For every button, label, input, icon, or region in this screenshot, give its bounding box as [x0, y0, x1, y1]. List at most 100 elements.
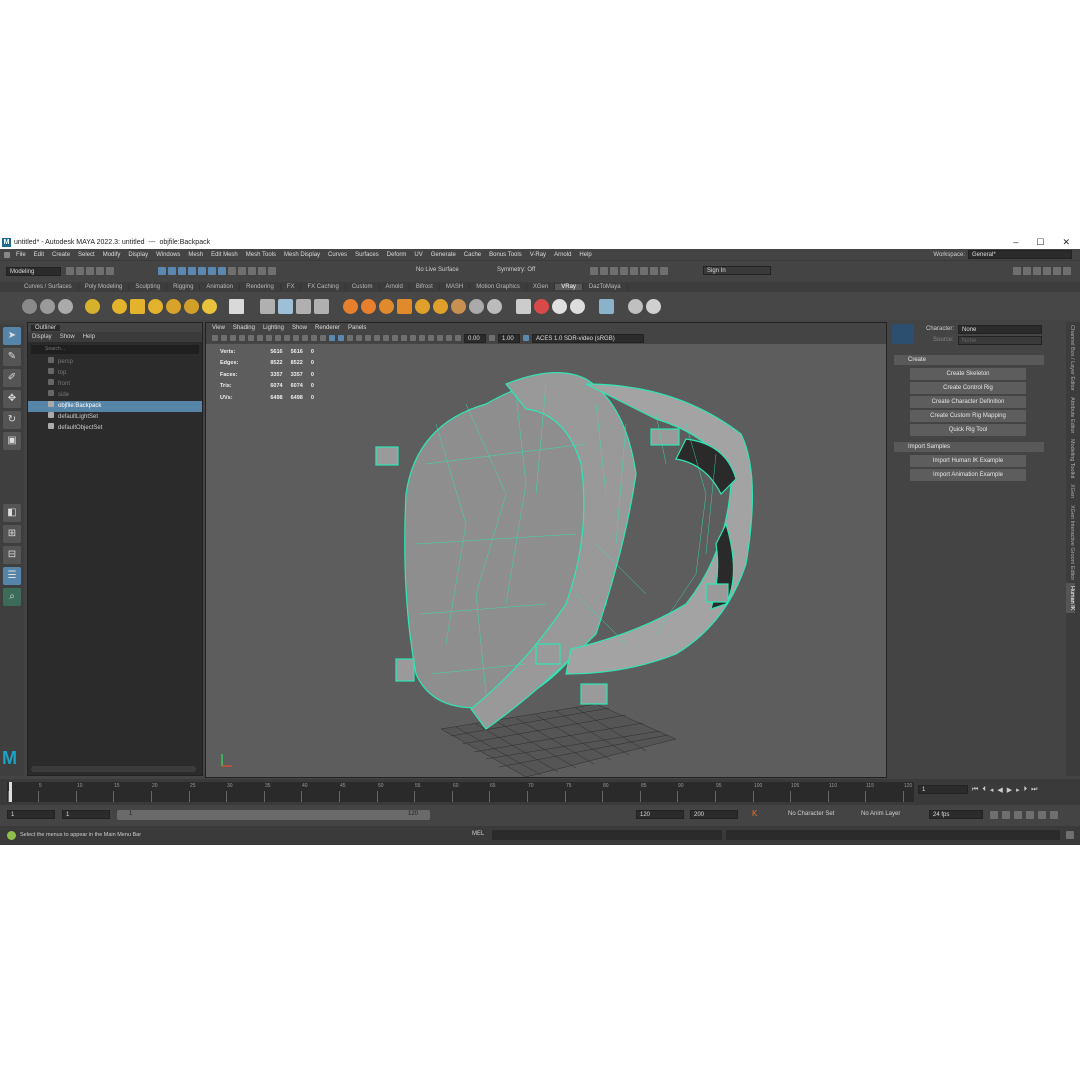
- fps-select[interactable]: 24 fps: [929, 810, 983, 819]
- play-icon[interactable]: [650, 267, 658, 275]
- vray-scene-icon[interactable]: [534, 298, 549, 314]
- menu-deform[interactable]: Deform: [383, 252, 411, 258]
- viewport-menu-renderer[interactable]: Renderer: [315, 325, 340, 331]
- attribute-editor-icon[interactable]: [1023, 267, 1031, 275]
- use-lights-icon[interactable]: [365, 335, 371, 341]
- gamma-icon[interactable]: [489, 335, 495, 341]
- step-forward-key-icon[interactable]: ⏵: [1024, 786, 1028, 794]
- magnet-icon[interactable]: [238, 267, 246, 275]
- scale-tool-icon[interactable]: ▣: [3, 432, 21, 450]
- shadows-icon[interactable]: [374, 335, 380, 341]
- vray-mesh-icon[interactable]: [296, 298, 311, 314]
- safe-title-icon[interactable]: [320, 335, 326, 341]
- vray-light-icon[interactable]: [85, 298, 100, 314]
- construction-history-icon[interactable]: [268, 267, 276, 275]
- shelf-tab-custom[interactable]: Custom: [346, 284, 380, 290]
- motion-blur-icon[interactable]: [392, 335, 398, 341]
- vray-lights-icon[interactable]: [552, 298, 567, 314]
- vray-object-properties-icon[interactable]: [516, 298, 531, 314]
- symmetry-toggle[interactable]: Symmetry: Off: [497, 267, 535, 273]
- outliner-item[interactable]: top: [28, 368, 202, 379]
- create-character-definition-button[interactable]: Create Character Definition: [910, 396, 1026, 408]
- outliner-item[interactable]: side: [28, 390, 202, 401]
- menu-edit[interactable]: Edit: [30, 252, 48, 258]
- step-back-frame-icon[interactable]: ◂: [990, 786, 994, 794]
- rect-light-icon[interactable]: [130, 298, 145, 314]
- wireframe-icon[interactable]: [329, 335, 335, 341]
- menu-select[interactable]: Select: [74, 252, 99, 258]
- gate-mask-icon[interactable]: [293, 335, 299, 341]
- grid-icon[interactable]: [266, 335, 272, 341]
- sound-icon[interactable]: [1002, 811, 1010, 819]
- 3d-viewport[interactable]: Verts: 5616 5616 0 Edges: 8522 8522 0 Faces: 3357…: [206, 344, 886, 777]
- xray-active-icon[interactable]: [446, 335, 452, 341]
- menu-modify[interactable]: Modify: [99, 252, 125, 258]
- vray-displacement-icon[interactable]: [379, 298, 394, 314]
- film-gate-icon[interactable]: [275, 335, 281, 341]
- proxy-icon[interactable]: [260, 298, 275, 314]
- import-samples-section[interactable]: Import Samples: [894, 442, 1044, 452]
- menu-uv[interactable]: UV: [410, 252, 426, 258]
- vray-material-icon[interactable]: [343, 298, 358, 314]
- outliner-tab[interactable]: Outliner: [31, 324, 61, 331]
- animation-start-field[interactable]: 1: [7, 810, 55, 819]
- outliner-layout-icon[interactable]: ☰: [3, 567, 21, 585]
- shelf-tab-motion-graphics[interactable]: Motion Graphics: [470, 284, 527, 290]
- animation-end-field[interactable]: 200: [690, 810, 738, 819]
- menu-v-ray[interactable]: V-Ray: [526, 252, 550, 258]
- xray-joints-icon[interactable]: [437, 335, 443, 341]
- outliner-scrollbar[interactable]: [31, 766, 196, 772]
- mel-toggle[interactable]: MEL: [472, 831, 484, 837]
- vray-clipper-icon[interactable]: [314, 298, 329, 314]
- play-backwards-icon[interactable]: ◀: [997, 786, 1002, 794]
- smooth-shade-icon[interactable]: [338, 335, 344, 341]
- viewport-menu-view[interactable]: View: [212, 325, 225, 331]
- shelf-tab-daztomaya[interactable]: DazToMaya: [583, 284, 628, 290]
- snap-point-icon[interactable]: [208, 267, 216, 275]
- output-icon[interactable]: [258, 267, 266, 275]
- loop-icon[interactable]: [990, 811, 998, 819]
- vray-physical-cam-icon[interactable]: [433, 298, 448, 314]
- menu-surfaces[interactable]: Surfaces: [351, 252, 383, 258]
- create-control-rig-button[interactable]: Create Control Rig: [910, 382, 1026, 394]
- play-forwards-icon[interactable]: ▶: [1007, 786, 1012, 794]
- ipr-render-icon[interactable]: [600, 267, 608, 275]
- select-object-icon[interactable]: [168, 267, 176, 275]
- shelf-tab-fx[interactable]: FX: [281, 284, 302, 290]
- menu-edit-mesh[interactable]: Edit Mesh: [207, 252, 242, 258]
- workspace-settings-icon[interactable]: [1053, 267, 1061, 275]
- shelf-tab-animation[interactable]: Animation: [200, 284, 241, 290]
- tool-settings-icon[interactable]: [1033, 267, 1041, 275]
- resolution-gate-icon[interactable]: [284, 335, 290, 341]
- menu-generate[interactable]: Generate: [427, 252, 460, 258]
- go-to-start-icon[interactable]: ⏮: [972, 786, 978, 794]
- anim-preferences-icon[interactable]: [1014, 811, 1022, 819]
- import-animation-example-button[interactable]: Import Animation Example: [910, 469, 1026, 481]
- select-tool-icon[interactable]: ➤: [3, 327, 21, 345]
- outliner-search-input[interactable]: Search...: [31, 345, 199, 354]
- safe-action-icon[interactable]: [311, 335, 317, 341]
- step-forward-frame-icon[interactable]: ▸: [1016, 786, 1020, 794]
- key-icon[interactable]: [1026, 811, 1034, 819]
- time-ruler[interactable]: 1510152025303540455055606570758085909510…: [7, 782, 914, 802]
- shelf-tab-curves-surfaces[interactable]: Curves / Surfaces: [18, 284, 79, 290]
- shelf-tab-rigging[interactable]: Rigging: [167, 284, 201, 290]
- vray-render-icon[interactable]: [22, 298, 37, 314]
- step-back-key-icon[interactable]: ⏴: [982, 786, 986, 794]
- shelf-tab-poly-modeling[interactable]: Poly Modeling: [79, 284, 130, 290]
- outliner-item[interactable]: defaultObjectSet: [28, 423, 202, 434]
- 2d-pan-icon[interactable]: [248, 335, 254, 341]
- four-view-icon[interactable]: ⊞: [3, 525, 21, 543]
- shelf-tab-rendering[interactable]: Rendering: [240, 284, 281, 290]
- single-view-icon[interactable]: ◧: [3, 504, 21, 522]
- create-section[interactable]: Create: [894, 355, 1044, 365]
- ambient-occlusion-icon[interactable]: [383, 335, 389, 341]
- side-tab-modeling-toolkit[interactable]: Modeling Toolkit: [1066, 436, 1075, 481]
- vray-vfb-icon[interactable]: [58, 298, 73, 314]
- camera-icon[interactable]: [212, 335, 218, 341]
- render-frame-icon[interactable]: [590, 267, 598, 275]
- current-time-marker[interactable]: [9, 782, 12, 802]
- new-scene-icon[interactable]: [66, 267, 74, 275]
- close-icon[interactable]: ✕: [1062, 237, 1070, 248]
- outliner-item[interactable]: front: [28, 379, 202, 390]
